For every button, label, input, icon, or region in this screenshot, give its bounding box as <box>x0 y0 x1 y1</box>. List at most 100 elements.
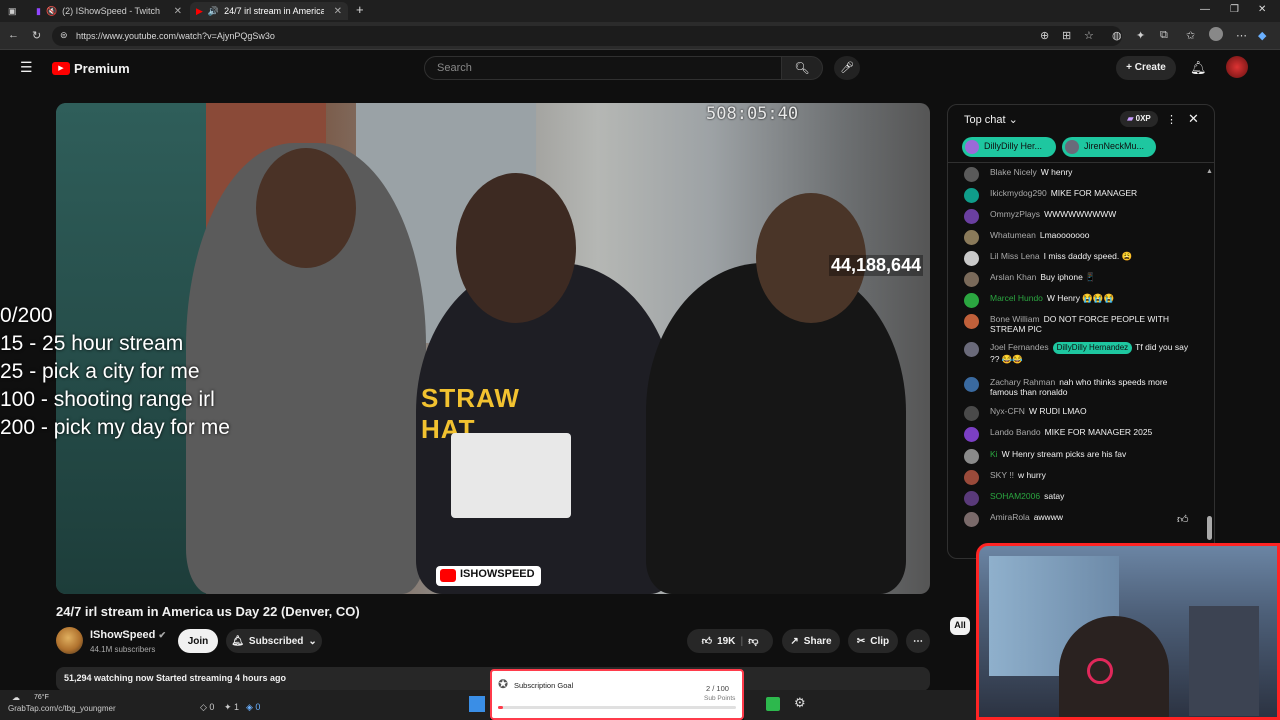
chat-avatar[interactable] <box>964 293 979 308</box>
chat-scrollbar-thumb[interactable] <box>1207 516 1212 540</box>
chat-author[interactable]: Nyx-CFN <box>990 406 1025 416</box>
url-field[interactable]: ⊜ https://www.youtube.com/watch?v=AjynPQ… <box>52 26 1122 46</box>
channel-avatar[interactable] <box>56 627 83 654</box>
chat-avatar[interactable] <box>964 188 979 203</box>
chat-avatar[interactable] <box>964 427 979 442</box>
chat-message[interactable]: Ikickmydog290 MIKE FOR MANAGER <box>962 188 1192 203</box>
chat-message[interactable]: Ki W Henry stream picks are his fav <box>962 449 1192 464</box>
share-button[interactable]: ↗ Share <box>782 629 840 653</box>
chat-author[interactable]: Marcel Hundo <box>990 293 1043 303</box>
new-tab-button[interactable]: + <box>356 2 364 17</box>
chat-message[interactable]: SOHAM2006 satay <box>962 491 1192 506</box>
tab-actions-icon[interactable]: ▣ <box>2 2 24 20</box>
chat-message[interactable]: Marcel Hundo W Henry 😭😭😭 <box>962 293 1192 308</box>
chat-message[interactable]: Arslan Khan Buy iphone 📱 <box>962 272 1192 287</box>
tab-twitch[interactable]: ▮ 🔇 (2) IShowSpeed - Twitch ✕ <box>30 2 188 20</box>
clip-button[interactable]: ✂ Clip <box>848 629 898 653</box>
back-icon[interactable]: ← <box>8 29 19 41</box>
extensions-puzzle-icon[interactable]: ✦ <box>1136 29 1145 42</box>
close-window-button[interactable]: ✕ <box>1258 4 1266 15</box>
chat-avatar[interactable] <box>964 342 979 357</box>
chat-author[interactable]: OmmyzPlays <box>990 209 1040 219</box>
chat-avatar[interactable] <box>964 314 979 329</box>
gifter-chip[interactable]: JirenNeckMu... <box>1062 137 1156 157</box>
favorite-star-icon[interactable]: ☆ <box>1084 29 1094 42</box>
chat-avatar[interactable] <box>964 209 979 224</box>
site-info-icon[interactable]: ⊜ <box>60 30 68 41</box>
scroll-up-icon[interactable]: ▲ <box>1206 168 1213 175</box>
chat-message[interactable]: AmiraRola awwww <box>962 512 1192 527</box>
chat-avatar[interactable] <box>964 449 979 464</box>
chat-author[interactable]: Ki <box>990 449 998 459</box>
chat-avatar[interactable] <box>964 512 979 527</box>
chat-message[interactable]: Bone William DO NOT FORCE PEOPLE WITH STR… <box>962 314 1192 334</box>
chat-message[interactable]: Joel Fernandes DillyDilly Hernandez Tf did… <box>962 342 1192 364</box>
hamburger-menu-icon[interactable]: ☰ <box>20 59 33 76</box>
chat-author[interactable]: AmiraRola <box>990 512 1030 522</box>
profile-avatar-icon[interactable] <box>1209 27 1223 41</box>
chat-message[interactable]: Blake Nicely W henry <box>962 167 1192 182</box>
chat-more-icon[interactable]: ⋮ <box>1166 113 1177 126</box>
chat-author[interactable]: Lando Bando <box>990 427 1041 437</box>
chat-mode-dropdown[interactable]: Top chat ⌄ <box>964 113 1018 126</box>
chat-author[interactable]: SKY !! <box>990 470 1014 480</box>
xp-badge[interactable]: ▰ 0XP <box>1120 111 1158 127</box>
chat-author[interactable]: Joel Fernandes <box>990 342 1049 352</box>
more-menu-icon[interactable]: ⋯ <box>1236 29 1247 42</box>
more-actions-button[interactable]: ⋯ <box>906 629 930 653</box>
split-screen-icon[interactable]: ⧉ <box>1160 29 1168 42</box>
chat-message[interactable]: Zachary Rahman nah who thinks speeds more… <box>962 377 1192 397</box>
chat-message[interactable]: Whatumean Lmaooooooo <box>962 230 1192 245</box>
chat-message[interactable]: Nyx-CFN W RUDI LMAO <box>962 406 1192 421</box>
audio-icon[interactable]: 🔊 <box>208 6 219 17</box>
chat-author[interactable]: Lil Miss Lena <box>990 251 1040 261</box>
search-button[interactable]: 🔍︎ <box>781 56 823 80</box>
windows-start-icon[interactable] <box>469 696 485 712</box>
translate-icon[interactable]: ⊕ <box>1040 29 1049 42</box>
gifter-chip[interactable]: DillyDilly Her... <box>962 137 1056 157</box>
maximize-button[interactable]: ❐ <box>1230 4 1239 15</box>
notifications-bell-icon[interactable]: 🔔︎ <box>1190 60 1207 76</box>
chat-author[interactable]: Arslan Khan <box>990 272 1036 282</box>
chat-avatar[interactable] <box>964 491 979 506</box>
tab-close-icon[interactable]: ✕ <box>174 6 182 17</box>
chat-author[interactable]: Bone William <box>990 314 1040 324</box>
tab-youtube[interactable]: ▶ 🔊 24/7 irl stream in America us ✕ <box>190 2 348 20</box>
chat-author[interactable]: SOHAM2006 <box>990 491 1040 501</box>
app-icon-settings[interactable]: ⚙ <box>794 695 806 711</box>
thumbs-up-reaction-icon[interactable]: 👍︎ <box>1177 513 1189 526</box>
voice-search-button[interactable]: 🎤︎ <box>834 56 860 80</box>
mute-icon[interactable]: 🔇 <box>46 6 57 17</box>
chat-avatar[interactable] <box>964 251 979 266</box>
chat-avatar[interactable] <box>964 377 979 392</box>
create-button[interactable]: + Create <box>1116 56 1176 80</box>
chat-author[interactable]: Blake Nicely <box>990 167 1037 177</box>
like-dislike-button[interactable]: 👍︎ 19K | 👎︎ <box>687 629 773 653</box>
channel-name[interactable]: IShowSpeed ✔ <box>90 629 166 641</box>
copilot-icon[interactable]: ◆ <box>1258 29 1266 42</box>
close-chat-icon[interactable]: ✕ <box>1188 111 1199 127</box>
chat-author[interactable]: Zachary Rahman <box>990 377 1055 387</box>
chat-message[interactable]: SKY !! w hurry <box>962 470 1192 485</box>
chat-avatar[interactable] <box>964 230 979 245</box>
chat-author[interactable]: Ikickmydog290 <box>990 188 1047 198</box>
chat-message[interactable]: OmmyzPlays WWWWWWWWW <box>962 209 1192 224</box>
extension-icon[interactable]: ◍ <box>1112 29 1122 42</box>
apps-icon[interactable]: ⊞ <box>1062 29 1071 42</box>
chat-avatar[interactable] <box>964 406 979 421</box>
tab-close-icon[interactable]: ✕ <box>334 6 342 17</box>
chat-avatar[interactable] <box>964 167 979 182</box>
youtube-logo[interactable]: ▶ Premium <box>52 61 130 76</box>
weather-icon[interactable]: ☁ <box>12 693 20 702</box>
account-avatar[interactable] <box>1226 56 1248 78</box>
filter-chip-all[interactable]: All <box>950 617 970 635</box>
chat-author[interactable]: Whatumean <box>990 230 1036 240</box>
chat-message[interactable]: Lil Miss Lena I miss daddy speed. 😩 <box>962 251 1192 266</box>
app-icon-green[interactable] <box>766 697 780 711</box>
subscribed-button[interactable]: 🔔︎ Subscribed ⌄ <box>226 629 322 653</box>
reload-icon[interactable]: ↻ <box>32 29 41 42</box>
minimize-button[interactable]: — <box>1200 4 1210 15</box>
search-input[interactable]: Search <box>424 56 782 80</box>
join-button[interactable]: Join <box>178 629 218 653</box>
favorites-icon[interactable]: ✩ <box>1186 29 1195 42</box>
